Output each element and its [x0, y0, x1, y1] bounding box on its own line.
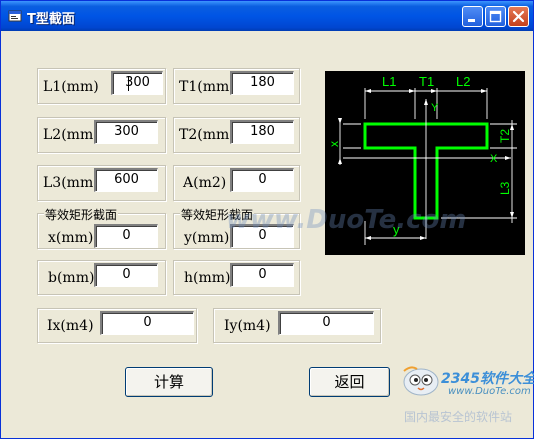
x-label: x(mm) [48, 230, 94, 246]
app-icon [8, 10, 22, 22]
t2-value: 180 [250, 124, 275, 139]
l2-label: L2(mm) [43, 127, 99, 143]
a-group: A(m2) 0 [173, 165, 300, 201]
h-label: h(mm) [184, 270, 231, 286]
logo-watermark: 2345软件大全 [441, 371, 534, 387]
center-watermark: www.DuoTe.com [226, 205, 467, 235]
logo-url-watermark: www.DuoTe.com [448, 386, 531, 397]
l1-label: L1(mm) [43, 79, 99, 95]
slogan-watermark: 国内最安全的软件站 [404, 410, 513, 424]
b-input[interactable]: 0 [94, 263, 158, 287]
maximize-icon [489, 10, 502, 23]
iy-label: Iy(m4) [224, 318, 271, 334]
mascot-logo [403, 366, 439, 396]
minimize-icon [468, 19, 475, 22]
a-label: A(m2) [183, 175, 227, 191]
diagram-label-l2: L2 [456, 74, 470, 89]
ix-value: 0 [143, 315, 152, 330]
diagram-label-y-axis: Y [431, 102, 439, 114]
a-input[interactable]: 0 [230, 168, 294, 192]
x-group: 等效矩形截面 x(mm) 0 [37, 206, 166, 249]
diagram-label-t2: T2 [498, 129, 512, 143]
y-label: y(mm) [184, 230, 230, 246]
h-input[interactable]: 0 [230, 263, 294, 287]
ix-input[interactable]: 0 [100, 311, 194, 335]
window-title: T型截面 [27, 12, 75, 27]
l3-label: L3(mm) [43, 175, 99, 191]
x-input[interactable]: 0 [94, 224, 158, 248]
close-icon [512, 10, 525, 23]
x-value: 0 [122, 228, 131, 243]
t-section-window: T型截面 L1(mm) 300 T1(mm) 180 L2(mm) 300 T2… [0, 0, 534, 439]
b-value: 0 [122, 267, 131, 282]
diagram-label-x: x [327, 141, 341, 147]
close-button[interactable] [508, 6, 529, 27]
l1-input[interactable]: 300 [111, 71, 163, 95]
x-group-caption: 等效矩形截面 [44, 206, 119, 223]
minimize-button[interactable] [462, 6, 483, 27]
calculate-button[interactable]: 计算 [125, 367, 213, 397]
l2-group: L2(mm) 300 [37, 117, 166, 153]
t2-input[interactable]: 180 [230, 120, 294, 144]
b-group: b(mm) 0 [37, 260, 166, 295]
iy-value: 0 [322, 315, 331, 330]
h-value: 0 [258, 267, 267, 282]
ix-group: Ix(m4) 0 [37, 308, 197, 343]
ix-label: Ix(m4) [47, 318, 94, 334]
text-caret [128, 76, 129, 91]
t2-group: T2(mm) 180 [173, 117, 300, 153]
maximize-button[interactable] [485, 6, 506, 27]
l2-input[interactable]: 300 [94, 120, 158, 144]
l3-value: 600 [114, 172, 139, 187]
a-value: 0 [258, 172, 267, 187]
h-group: h(mm) 0 [173, 260, 300, 295]
back-button[interactable]: 返回 [309, 367, 390, 397]
t2-label: T2(mm) [179, 127, 235, 143]
t1-input[interactable]: 180 [230, 71, 294, 95]
l1-group: L1(mm) 300 [37, 68, 166, 104]
t1-label: T1(mm) [179, 79, 235, 95]
l3-input[interactable]: 600 [94, 168, 158, 192]
t1-group: T1(mm) 180 [173, 68, 300, 104]
l3-group: L3(mm) 600 [37, 165, 166, 201]
diagram-label-x-axis: X [490, 153, 498, 165]
diagram-label-l1: L1 [382, 74, 396, 89]
b-label: b(mm) [48, 270, 95, 286]
iy-input[interactable]: 0 [278, 311, 374, 335]
title-bar[interactable]: T型截面 [1, 1, 533, 31]
t1-value: 180 [250, 75, 275, 90]
iy-group: Iy(m4) 0 [213, 308, 381, 343]
l2-value: 300 [114, 124, 139, 139]
diagram-label-l3: L3 [498, 181, 512, 195]
diagram-label-t1: T1 [419, 74, 434, 89]
